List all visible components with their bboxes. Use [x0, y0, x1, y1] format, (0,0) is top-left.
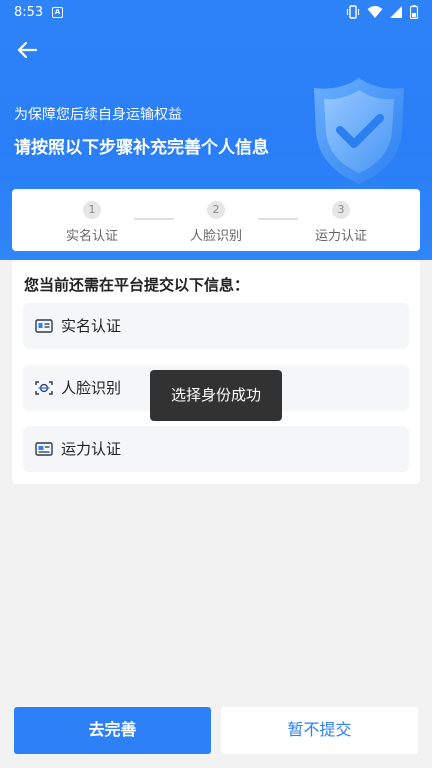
skip-button[interactable]: 暂不提交 [221, 707, 418, 754]
wifi-icon [367, 6, 383, 18]
id-card-icon [35, 319, 53, 333]
status-icons [346, 5, 418, 19]
arrow-left-icon [17, 41, 38, 59]
step-number: 2 [207, 201, 225, 219]
face-scan-icon [35, 381, 53, 395]
a-icon: A [52, 7, 63, 18]
step-label: 运力认证 [314, 229, 367, 244]
header-subtitle: 为保障您后续自身运输权益 [14, 107, 182, 123]
signal-icon [390, 6, 402, 18]
back-button[interactable] [14, 36, 42, 64]
info-item-label: 实名认证 [61, 317, 122, 335]
license-card-icon [35, 442, 53, 456]
step-1: 1 实名认证 [42, 201, 142, 244]
info-item-label: 人脸识别 [61, 379, 122, 397]
header-title: 请按照以下步骤补充完善个人信息 [14, 138, 269, 158]
steps-card: 1 实名认证 2 人脸识别 3 运力认证 [12, 189, 420, 251]
info-item-real-name[interactable]: 实名认证 [23, 303, 409, 349]
step-label: 人脸识别 [189, 229, 242, 244]
step-label: 实名认证 [65, 229, 118, 244]
info-item-capacity[interactable]: 运力认证 [23, 426, 409, 472]
info-item-label: 运力认证 [61, 440, 122, 458]
status-time: 8:53 [14, 5, 44, 20]
status-bar: 8:53 A [0, 0, 432, 26]
shield-check-icon [314, 78, 404, 184]
complete-button[interactable]: 去完善 [14, 707, 211, 754]
toast-message: 选择身份成功 [150, 370, 282, 421]
vibrate-icon [346, 5, 360, 19]
battery-icon [410, 5, 418, 19]
step-number: 3 [332, 201, 350, 219]
step-number: 1 [83, 201, 101, 219]
step-2: 2 人脸识别 [166, 201, 266, 244]
info-title: 您当前还需在平台提交以下信息： [24, 276, 250, 294]
step-3: 3 运力认证 [291, 201, 391, 244]
